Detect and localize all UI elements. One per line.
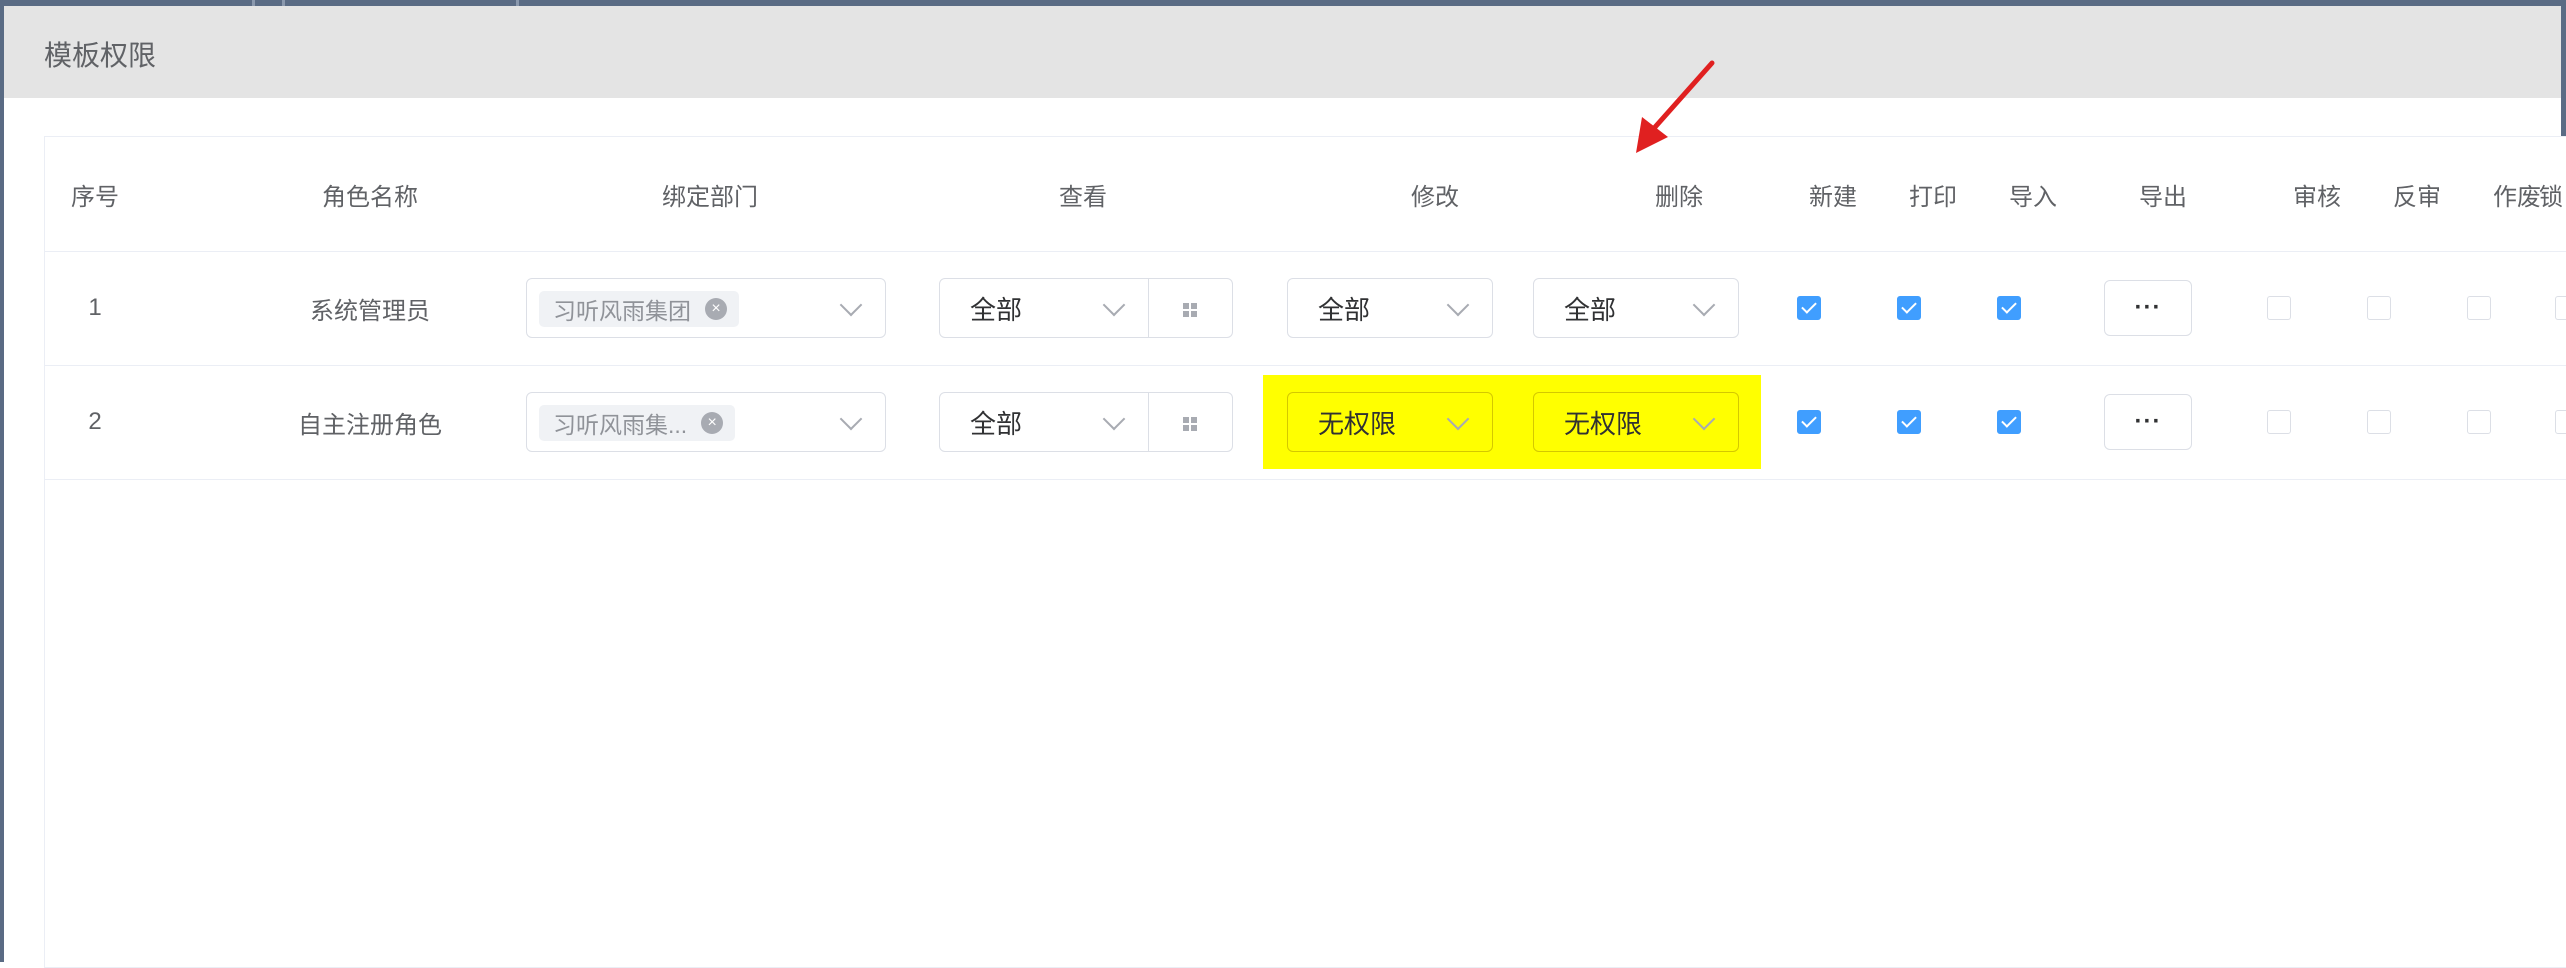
audit-checkbox[interactable]	[2267, 296, 2291, 320]
dept-tag: 习听风雨集... ×	[539, 405, 736, 441]
delete-scope-value: 全部	[1564, 294, 1617, 325]
col-lock-header: 锁	[2539, 183, 2563, 211]
col-audit-header: 审核	[2293, 183, 2341, 211]
edit-scope-select[interactable]: 无权限	[1287, 392, 1493, 452]
table-row: 1 系统管理员 习听风雨集团 × 全部 全部 全部 ···	[45, 251, 2566, 366]
view-scope-select[interactable]: 全部	[939, 278, 1149, 338]
create-checkbox[interactable]	[1797, 296, 1821, 320]
grid-icon	[1183, 303, 1189, 309]
view-scope-value: 全部	[970, 408, 1023, 439]
edit-scope-select[interactable]: 全部	[1287, 278, 1493, 338]
dept-select[interactable]: 习听风雨集... ×	[526, 392, 886, 452]
delete-scope-select[interactable]: 无权限	[1533, 392, 1739, 452]
import-checkbox[interactable]	[1997, 410, 2021, 434]
lock-checkbox[interactable]	[2555, 296, 2566, 320]
dept-tag-label: 习听风雨集团	[553, 298, 691, 324]
col-view-header: 查看	[1059, 183, 1107, 211]
dept-tag-label: 习听风雨集...	[553, 412, 688, 438]
col-role-header: 角色名称	[322, 183, 418, 211]
dept-select[interactable]: 习听风雨集团 ×	[526, 278, 886, 338]
dept-tag: 习听风雨集团 ×	[539, 291, 739, 327]
chevron-down-icon	[1102, 293, 1126, 317]
col-print-header: 打印	[1909, 183, 1957, 211]
view-scope-select[interactable]: 全部	[939, 392, 1149, 452]
table-row: 2 自主注册角色 习听风雨集... × 全部 无权限 无权限 ···	[45, 365, 2566, 480]
dialog-title: 模板权限	[44, 40, 157, 71]
view-scope-value: 全部	[970, 294, 1023, 325]
print-checkbox[interactable]	[1897, 296, 1921, 320]
delete-scope-select[interactable]: 全部	[1533, 278, 1739, 338]
import-checkbox[interactable]	[1997, 296, 2021, 320]
row-seq: 2	[88, 408, 102, 435]
tag-close-icon[interactable]: ×	[705, 298, 727, 320]
lock-checkbox[interactable]	[2555, 410, 2566, 434]
export-more-button[interactable]: ···	[2104, 394, 2192, 450]
dialog-header: 模板权限	[4, 6, 2561, 98]
export-more-button[interactable]: ···	[2104, 280, 2192, 336]
row-role-name: 系统管理员	[310, 297, 430, 325]
print-checkbox[interactable]	[1897, 410, 1921, 434]
permission-table: 序号 角色名称 绑定部门 查看 修改 删除 新建 打印 导入 导出 审核 反审 …	[44, 136, 2566, 968]
edit-scope-value: 全部	[1318, 294, 1371, 325]
chevron-down-icon	[1692, 407, 1716, 431]
chevron-down-icon	[1102, 407, 1126, 431]
unaudit-checkbox[interactable]	[2367, 410, 2391, 434]
audit-checkbox[interactable]	[2267, 410, 2291, 434]
col-seq-header: 序号	[71, 183, 119, 211]
col-unaudit-header: 反审	[2393, 183, 2441, 211]
window-left-edge	[0, 0, 4, 962]
row-role-name: 自主注册角色	[298, 411, 442, 439]
col-create-header: 新建	[1809, 183, 1857, 211]
edit-scope-value: 无权限	[1318, 408, 1397, 439]
view-scope-grid-button[interactable]	[1149, 278, 1233, 338]
chevron-down-icon	[1692, 293, 1716, 317]
void-checkbox[interactable]	[2467, 410, 2491, 434]
delete-scope-value: 无权限	[1564, 408, 1643, 439]
chevron-down-icon	[1446, 293, 1470, 317]
grid-icon	[1183, 417, 1189, 423]
chevron-down-icon	[1446, 407, 1470, 431]
chevron-down-icon	[839, 407, 863, 431]
annotation-arrow	[1636, 60, 1715, 153]
row-seq: 1	[88, 294, 102, 321]
chevron-down-icon	[839, 293, 863, 317]
view-scope-grid-button[interactable]	[1149, 392, 1233, 452]
table-header-row: 序号 角色名称 绑定部门 查看 修改 删除 新建 打印 导入 导出 审核 反审 …	[45, 137, 2566, 252]
create-checkbox[interactable]	[1797, 410, 1821, 434]
col-dept-header: 绑定部门	[662, 183, 758, 211]
unaudit-checkbox[interactable]	[2367, 296, 2391, 320]
tag-close-icon[interactable]: ×	[701, 412, 724, 434]
void-checkbox[interactable]	[2467, 296, 2491, 320]
col-export-header: 导出	[2139, 183, 2187, 211]
